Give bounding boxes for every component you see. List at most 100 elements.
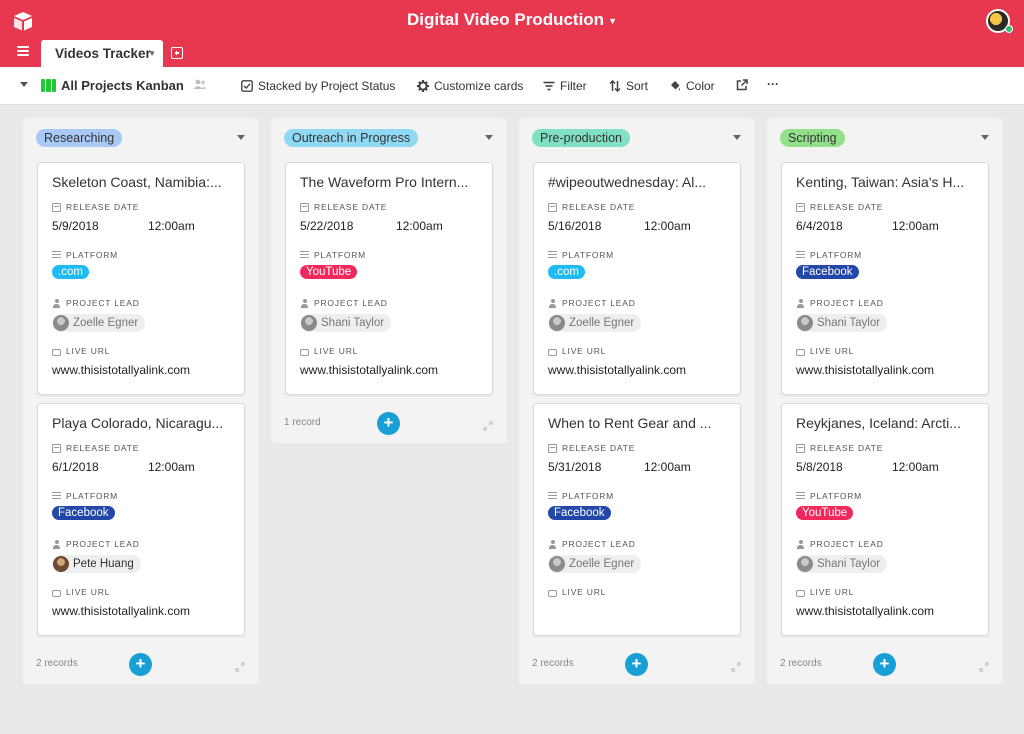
platform-chip: Facebook [548, 506, 611, 520]
record-count: 2 records [532, 658, 574, 669]
user-icon [52, 298, 61, 308]
live-url-value[interactable]: www.thisistotallyalink.com [548, 363, 686, 377]
link-icon [52, 348, 61, 356]
project-lead-chip: Shani Taylor [796, 555, 888, 573]
project-lead-field-label: PROJECT LEAD [52, 298, 140, 308]
record-card[interactable]: When to Rent Gear and ... RELEASE DATE 5/3… [533, 403, 741, 636]
card-title: #wipeoutwednesday: Al... [548, 174, 706, 190]
record-card[interactable]: The Waveform Pro Intern... RELEASE DATE 5/… [285, 162, 493, 395]
multiselect-list-icon [796, 491, 805, 501]
calendar-icon [52, 202, 61, 212]
release-time-value: 12:00am [396, 219, 443, 233]
view-collaborators-icon[interactable] [193, 79, 207, 90]
more-options-button[interactable]: ··· [767, 77, 779, 91]
field-label-text: LIVE URL [66, 346, 111, 356]
add-record-button[interactable]: + [873, 653, 896, 676]
field-label-text: RELEASE DATE [314, 202, 388, 212]
record-card[interactable]: Reykjanes, Iceland: Arcti... RELEASE DATE… [781, 403, 989, 636]
add-record-button[interactable]: + [129, 653, 152, 676]
view-switcher-caret-icon[interactable] [20, 82, 28, 87]
avatar [797, 556, 813, 572]
release-date-value: 5/22/2018 [300, 219, 354, 233]
field-label-text: PROJECT LEAD [562, 298, 636, 308]
platform-field-label: PLATFORM [52, 250, 118, 260]
live-url-value[interactable]: www.thisistotallyalink.com [52, 604, 190, 618]
avatar [301, 315, 317, 331]
field-label-text: PROJECT LEAD [562, 539, 636, 549]
record-card[interactable]: Playa Colorado, Nicaragu... RELEASE DATE 6… [37, 403, 245, 636]
user-icon [52, 539, 61, 549]
release-date-field-label: RELEASE DATE [52, 202, 139, 212]
record-card[interactable]: Kenting, Taiwan: Asia's H... RELEASE DATE… [781, 162, 989, 395]
kanban-column: Scripting Kenting, Taiwan: Asia's H... REL… [767, 118, 1003, 684]
tab-videos-tracker[interactable]: Videos Tracker ▼ [41, 40, 163, 67]
avatar [53, 315, 69, 331]
release-date-field-label: RELEASE DATE [300, 202, 387, 212]
sort-button[interactable]: Sort [609, 79, 648, 93]
view-selector[interactable]: All Projects Kanban [41, 78, 184, 93]
base-title[interactable]: Digital Video Production ▼ [0, 10, 1024, 30]
record-card[interactable]: #wipeoutwednesday: Al... RELEASE DATE 5/16… [533, 162, 741, 395]
column-menu-caret-icon[interactable] [733, 135, 741, 140]
column-status-pill: Pre-production [532, 129, 630, 147]
stacked-by-button[interactable]: Stacked by Project Status [241, 79, 395, 93]
expand-column-icon[interactable] [731, 659, 741, 672]
live-url-field-label: LIVE URL [796, 587, 854, 597]
release-time-value: 12:00am [148, 460, 195, 474]
column-header: Scripting [767, 118, 1003, 158]
field-label-text: PLATFORM [66, 250, 119, 260]
platform-chip: Facebook [796, 265, 859, 279]
live-url-value[interactable]: www.thisistotallyalink.com [300, 363, 438, 377]
share-view-button[interactable] [736, 79, 748, 91]
stacked-by-label: Stacked by Project Status [258, 79, 396, 93]
field-label-text: RELEASE DATE [810, 443, 884, 453]
release-date-value: 6/4/2018 [796, 219, 843, 233]
filter-button[interactable]: Filter [543, 79, 587, 93]
live-url-value[interactable]: www.thisistotallyalink.com [796, 363, 934, 377]
expand-column-icon[interactable] [235, 659, 245, 672]
project-lead-name: Shani Taylor [817, 317, 881, 329]
release-date-field-label: RELEASE DATE [548, 202, 635, 212]
calendar-icon [52, 443, 61, 453]
live-url-field-label: LIVE URL [300, 346, 358, 356]
card-title: Playa Colorado, Nicaragu... [52, 415, 224, 431]
project-lead-name: Shani Taylor [817, 558, 881, 570]
project-lead-chip: Pete Huang [52, 555, 141, 573]
base-title-text: Digital Video Production [406, 10, 605, 29]
expand-column-icon[interactable] [979, 659, 989, 672]
color-label: Color [686, 79, 715, 93]
column-menu-caret-icon[interactable] [237, 135, 245, 140]
release-time-value: 12:00am [892, 219, 939, 233]
add-table-icon[interactable] [171, 47, 183, 59]
expand-column-icon[interactable] [483, 418, 493, 431]
live-url-field-label: LIVE URL [52, 587, 110, 597]
card-title: Skeleton Coast, Namibia:... [52, 174, 222, 190]
hamburger-menu-icon[interactable] [17, 46, 29, 56]
live-url-value[interactable]: www.thisistotallyalink.com [52, 363, 190, 377]
add-record-button[interactable]: + [377, 412, 400, 435]
record-card[interactable]: Skeleton Coast, Namibia:... RELEASE DATE 5… [37, 162, 245, 395]
field-label-text: PROJECT LEAD [810, 298, 884, 308]
platform-field-label: PLATFORM [796, 250, 862, 260]
release-date-value: 5/16/2018 [548, 219, 602, 233]
field-label-text: LIVE URL [66, 587, 111, 597]
platform-chip: YouTube [796, 506, 854, 520]
customize-cards-button[interactable]: Customize cards [417, 79, 523, 93]
color-button[interactable]: Color [669, 79, 715, 93]
kanban-column: Outreach in Progress The Waveform Pro Int… [271, 118, 507, 443]
column-menu-caret-icon[interactable] [485, 135, 493, 140]
add-record-button[interactable]: + [625, 653, 648, 676]
gear-icon [417, 80, 429, 92]
column-menu-caret-icon[interactable] [981, 135, 989, 140]
release-date-value: 5/31/2018 [548, 460, 602, 474]
project-lead-name: Pete Huang [73, 558, 134, 570]
field-label-text: LIVE URL [562, 346, 607, 356]
field-label-text: PLATFORM [562, 491, 615, 501]
live-url-value[interactable]: www.thisistotallyalink.com [796, 604, 934, 618]
chevron-down-icon[interactable]: ▼ [148, 49, 156, 58]
project-lead-field-label: PROJECT LEAD [796, 539, 884, 549]
card-title: Kenting, Taiwan: Asia's H... [796, 174, 965, 190]
project-lead-field-label: PROJECT LEAD [548, 539, 636, 549]
card-title: When to Rent Gear and ... [548, 415, 712, 431]
project-lead-name: Zoelle Egner [73, 317, 139, 329]
